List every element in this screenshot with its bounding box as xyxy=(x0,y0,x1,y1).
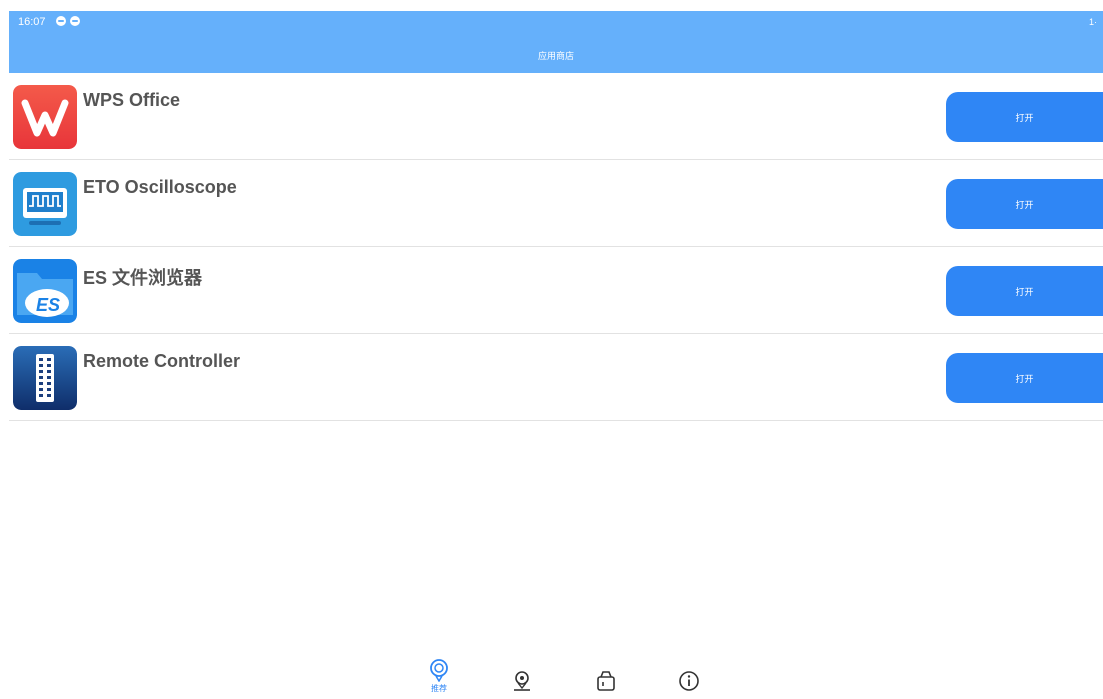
tab-info[interactable] xyxy=(669,658,709,698)
oscilloscope-icon xyxy=(13,172,77,236)
info-icon xyxy=(679,671,699,691)
app-list: WPS Office 打开 ETO Oscilloscope 打开 ES ES … xyxy=(9,73,1103,421)
list-item: ES ES 文件浏览器 打开 xyxy=(9,247,1103,334)
package-icon xyxy=(597,671,615,691)
page-title: 应用商店 xyxy=(537,51,574,61)
status-time: 16:07 xyxy=(18,16,46,28)
status-indicator: 1· xyxy=(1088,17,1097,27)
app-header: 16:07 1· 应用商店 xyxy=(9,11,1103,73)
app-name: Remote Controller xyxy=(83,351,241,371)
location-icon xyxy=(514,671,530,691)
list-item: Remote Controller 打开 xyxy=(9,334,1103,421)
recommend-icon xyxy=(430,659,448,682)
list-item: WPS Office 打开 xyxy=(9,73,1103,160)
svg-text:ES: ES xyxy=(36,295,60,315)
tab-location[interactable] xyxy=(502,658,542,698)
open-button[interactable]: 打开 xyxy=(946,353,1103,403)
tab-recommend[interactable]: 推荐 xyxy=(419,658,459,698)
wps-office-icon xyxy=(13,85,77,149)
bottom-tab-bar: 推荐 xyxy=(0,655,1103,699)
app-name: WPS Office xyxy=(83,90,181,110)
open-button[interactable]: 打开 xyxy=(946,92,1103,142)
remote-controller-icon xyxy=(13,346,77,410)
notification-icon xyxy=(70,16,80,26)
app-name: ES 文件浏览器 xyxy=(83,268,203,288)
open-button[interactable]: 打开 xyxy=(946,266,1103,316)
app-name: ETO Oscilloscope xyxy=(83,177,237,197)
tab-label: 推荐 xyxy=(431,684,447,693)
list-item: ETO Oscilloscope 打开 xyxy=(9,160,1103,247)
es-file-explorer-icon: ES xyxy=(13,259,77,323)
notification-icon xyxy=(56,16,66,26)
open-button[interactable]: 打开 xyxy=(946,179,1103,229)
tab-package[interactable] xyxy=(586,658,626,698)
